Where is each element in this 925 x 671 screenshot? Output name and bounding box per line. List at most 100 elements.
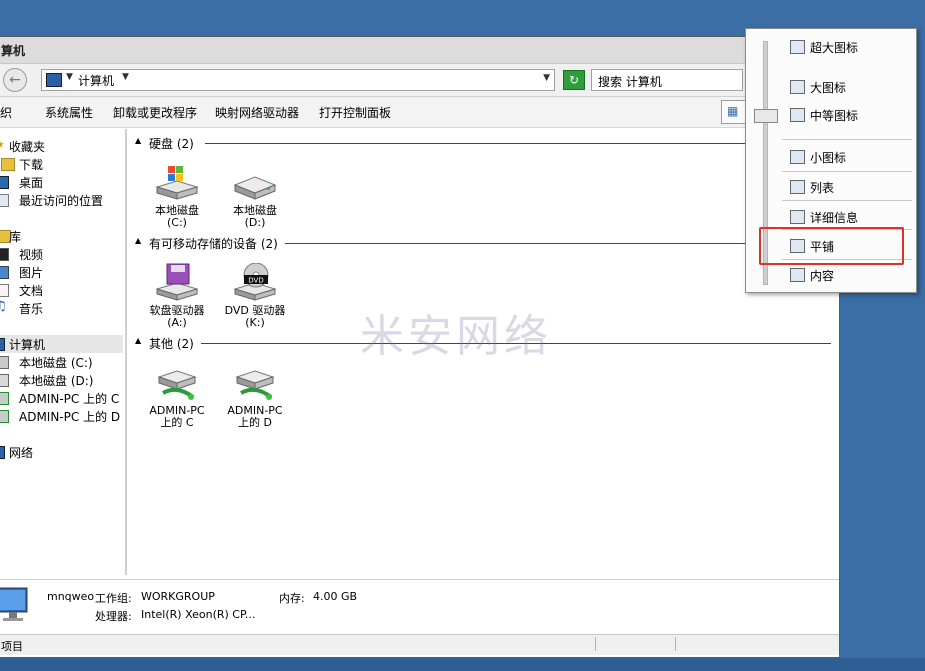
- computer-icon: [46, 73, 62, 87]
- menu-item-content[interactable]: 内容: [790, 265, 910, 285]
- status-divider: [595, 637, 596, 651]
- watermark: 米安网络: [360, 311, 552, 362]
- change-view-button[interactable]: ▦: [721, 100, 747, 124]
- sidebar-item-downloads[interactable]: 下载: [0, 155, 123, 173]
- address-history-dropdown-icon[interactable]: ▼: [543, 73, 550, 83]
- sidebar-item-drive-c[interactable]: 本地磁盘 (C:): [0, 353, 123, 371]
- large-icons-icon: [790, 80, 805, 94]
- address-bar-row: ← ▼ 计算机 ▼ ▼ ↻ 搜索 计算机: [0, 64, 839, 97]
- tiles-highlight-box: [759, 227, 904, 265]
- breadcrumb-chevron-down-icon[interactable]: ▼: [122, 72, 129, 82]
- computer-monitor-icon: [0, 587, 28, 621]
- collapse-arrow-icon[interactable]: ▲: [135, 136, 141, 145]
- menu-separator: [782, 139, 912, 140]
- network-drive-icon: [0, 410, 9, 423]
- breadcrumb-chevron-icon[interactable]: ▼: [66, 72, 73, 82]
- system-properties-button[interactable]: 系统属性: [45, 104, 93, 121]
- sidebar-item-network[interactable]: 网络: [0, 443, 123, 461]
- menu-item-large-icons[interactable]: 大图标: [790, 77, 910, 97]
- computer-name: mnqweo: [47, 590, 95, 603]
- menu-item-extra-large-icons[interactable]: 超大图标: [790, 37, 910, 57]
- memory-value: 4.00 GB: [313, 590, 358, 603]
- extra-large-icons-icon: [790, 40, 805, 54]
- workgroup-label: 工作组:: [95, 592, 132, 605]
- refresh-button[interactable]: ↻: [563, 70, 585, 90]
- processor-value: Intel(R) Xeon(R) CP...: [141, 608, 256, 621]
- menu-item-details[interactable]: 详细信息: [790, 207, 910, 227]
- network-drive-d-item[interactable]: ADMIN-PC 上的 D: [217, 363, 293, 433]
- breadcrumb-computer[interactable]: 计算机: [78, 72, 114, 89]
- computer-icon: [0, 338, 5, 351]
- documents-icon: [0, 284, 9, 297]
- item-sublabel: 上的 D: [238, 416, 272, 429]
- menu-item-list[interactable]: 列表: [790, 177, 910, 197]
- menu-separator: [782, 171, 912, 172]
- window-title: 算机: [1, 44, 26, 58]
- menu-item-small-icons[interactable]: 小图标: [790, 147, 910, 167]
- medium-icons-icon: [790, 108, 805, 122]
- sidebar-item-videos[interactable]: 视频: [0, 245, 123, 263]
- collapse-arrow-icon[interactable]: ▲: [135, 336, 141, 345]
- star-icon: ★: [0, 138, 7, 151]
- small-icons-icon: [790, 150, 805, 164]
- sidebar-item-desktop[interactable]: 桌面: [0, 173, 123, 191]
- pictures-icon: [0, 266, 9, 279]
- sidebar-item-pictures[interactable]: 图片: [0, 263, 123, 281]
- network-icon: [0, 446, 5, 459]
- menu-separator: [782, 200, 912, 201]
- video-icon: [0, 248, 9, 261]
- status-text: 项目: [1, 640, 23, 653]
- taskbar: [0, 658, 925, 671]
- details-pane: mnqweo 工作组: WORKGROUP 内存: 4.00 GB 处理器: I…: [0, 579, 839, 635]
- address-box[interactable]: ▼ 计算机 ▼ ▼: [41, 69, 555, 91]
- collapse-arrow-icon[interactable]: ▲: [135, 236, 141, 245]
- status-divider: [675, 637, 676, 651]
- view-size-slider-thumb[interactable]: [754, 109, 778, 123]
- back-button[interactable]: ←: [3, 68, 27, 92]
- list-icon: [790, 180, 805, 194]
- drive-icon: [233, 176, 277, 200]
- windows-drive-icon: [155, 166, 199, 200]
- sidebar-item-documents[interactable]: 文档: [0, 281, 123, 299]
- item-sublabel: (D:): [244, 216, 266, 229]
- group-divider: [205, 143, 831, 144]
- open-control-panel-button[interactable]: 打开控制面板: [319, 104, 391, 121]
- floppy-drive-icon: [155, 263, 199, 301]
- music-icon: ♫: [0, 299, 7, 314]
- dvd-drive-item[interactable]: DVD DVD 驱动器 (K:): [217, 263, 293, 333]
- desktop-icon: [0, 176, 9, 189]
- sidebar-item-admin-pc-d[interactable]: ADMIN-PC 上的 D: [0, 407, 123, 425]
- sidebar-item-music[interactable]: ♫ 音乐: [0, 299, 123, 317]
- title-bar[interactable]: 算机: [0, 37, 839, 64]
- sidebar-item-drive-d[interactable]: 本地磁盘 (D:): [0, 371, 123, 389]
- organize-button[interactable]: 织: [0, 104, 12, 121]
- sidebar-item-recent-places[interactable]: 最近访问的位置: [0, 191, 123, 209]
- command-toolbar: 织 系统属性 卸载或更改程序 映射网络驱动器 打开控制面板 ▦: [0, 97, 839, 128]
- drive-icon: [0, 374, 9, 387]
- floppy-drive-item[interactable]: 软盘驱动器 (A:): [139, 263, 215, 333]
- item-sublabel: (K:): [245, 316, 265, 329]
- grid-view-icon: ▦: [727, 104, 739, 118]
- workgroup-value: WORKGROUP: [141, 590, 215, 603]
- map-network-drive-button[interactable]: 映射网络驱动器: [215, 104, 299, 121]
- search-input[interactable]: 搜索 计算机: [591, 69, 743, 91]
- network-drive-c-item[interactable]: ADMIN-PC 上的 C: [139, 363, 215, 433]
- uninstall-program-button[interactable]: 卸载或更改程序: [113, 104, 197, 121]
- sidebar-item-computer[interactable]: 计算机: [0, 335, 123, 353]
- drive-d-item[interactable]: 本地磁盘 (D:): [217, 163, 293, 233]
- sidebar-item-libraries[interactable]: 库: [0, 227, 123, 245]
- sidebar-item-favorites[interactable]: ★ 收藏夹: [0, 137, 123, 155]
- network-drive-icon: [157, 370, 197, 400]
- recent-places-icon: [0, 194, 9, 207]
- network-drive-icon: [235, 370, 275, 400]
- status-bar: 项目: [0, 634, 839, 655]
- dvd-badge: DVD: [248, 277, 263, 285]
- sidebar-item-admin-pc-c[interactable]: ADMIN-PC 上的 C: [0, 389, 123, 407]
- network-drive-icon: [0, 392, 9, 405]
- drive-c-item[interactable]: 本地磁盘 (C:): [139, 163, 215, 233]
- details-icon: [790, 210, 805, 224]
- menu-item-medium-icons[interactable]: 中等图标: [790, 105, 910, 125]
- memory-label: 内存:: [279, 592, 305, 605]
- navigation-pane: ★ 收藏夹 下载 桌面 最近访问的位置 库 视频 图片 文档 ♫ 音乐: [0, 129, 127, 575]
- processor-label: 处理器:: [95, 610, 132, 623]
